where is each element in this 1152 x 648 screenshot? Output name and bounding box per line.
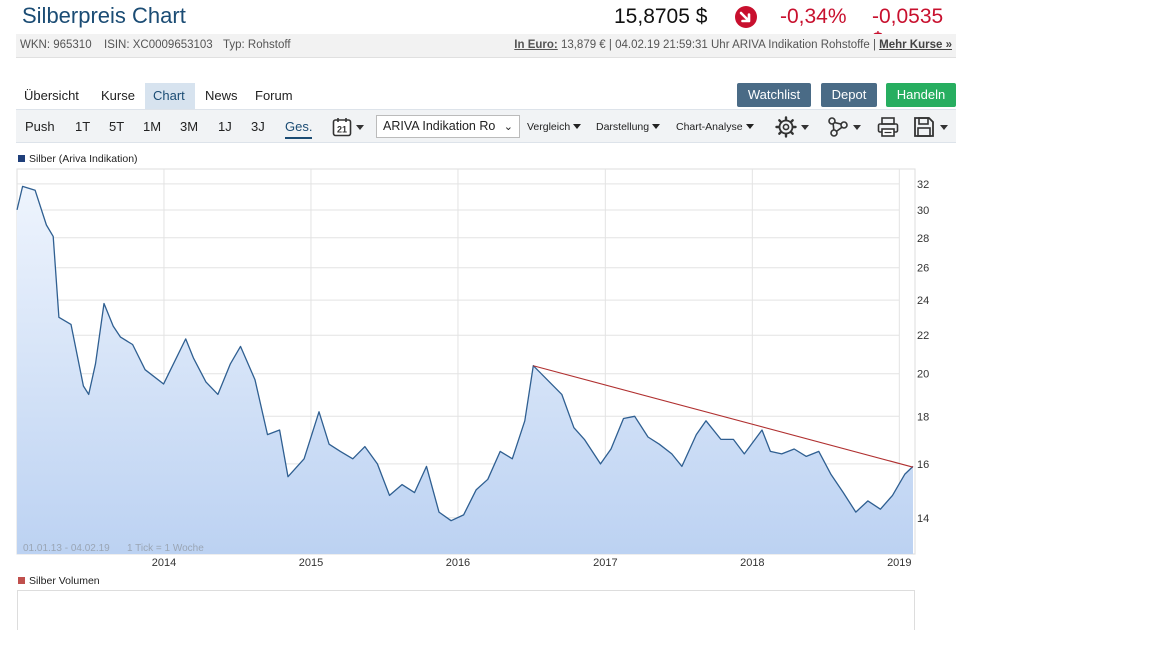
page: Silberpreis Chart 15,8705 $ -0,34% -0,05… — [0, 0, 1152, 648]
x-tick-label: 2018 — [740, 557, 764, 569]
x-axis-labels: 2014 2015 2016 2017 2018 2019 — [152, 557, 912, 569]
volume-legend-label: Silber Volumen — [29, 575, 100, 587]
price-chart: 2014 2015 2016 2017 2018 2019 14 16 18 20 22 24 26 2… — [16, 168, 929, 569]
x-tick-label: 2014 — [152, 557, 176, 569]
y-tick-label: 18 — [917, 411, 929, 423]
volume-swatch — [18, 577, 25, 584]
y-tick-label: 20 — [917, 369, 929, 381]
volume-legend: Silber Volumen — [18, 575, 100, 587]
y-tick-label: 16 — [917, 459, 929, 471]
volume-chart-panel — [17, 590, 915, 630]
y-tick-label: 24 — [917, 295, 929, 307]
x-tick-label: 2019 — [887, 557, 911, 569]
x-tick-label: 2016 — [446, 557, 470, 569]
y-tick-label: 22 — [917, 330, 929, 342]
y-tick-label: 30 — [917, 205, 929, 217]
y-tick-label: 14 — [917, 513, 929, 525]
y-axis-labels: 14 16 18 20 22 24 26 28 30 32 — [917, 179, 929, 525]
date-range-note: 01.01.13 - 04.02.19 — [23, 543, 110, 554]
x-tick-label: 2015 — [299, 557, 323, 569]
y-tick-label: 32 — [917, 179, 929, 191]
x-tick-label: 2017 — [593, 557, 617, 569]
tick-interval-note: 1 Tick = 1 Woche — [127, 543, 204, 554]
y-tick-label: 28 — [917, 233, 929, 245]
y-tick-label: 26 — [917, 263, 929, 275]
